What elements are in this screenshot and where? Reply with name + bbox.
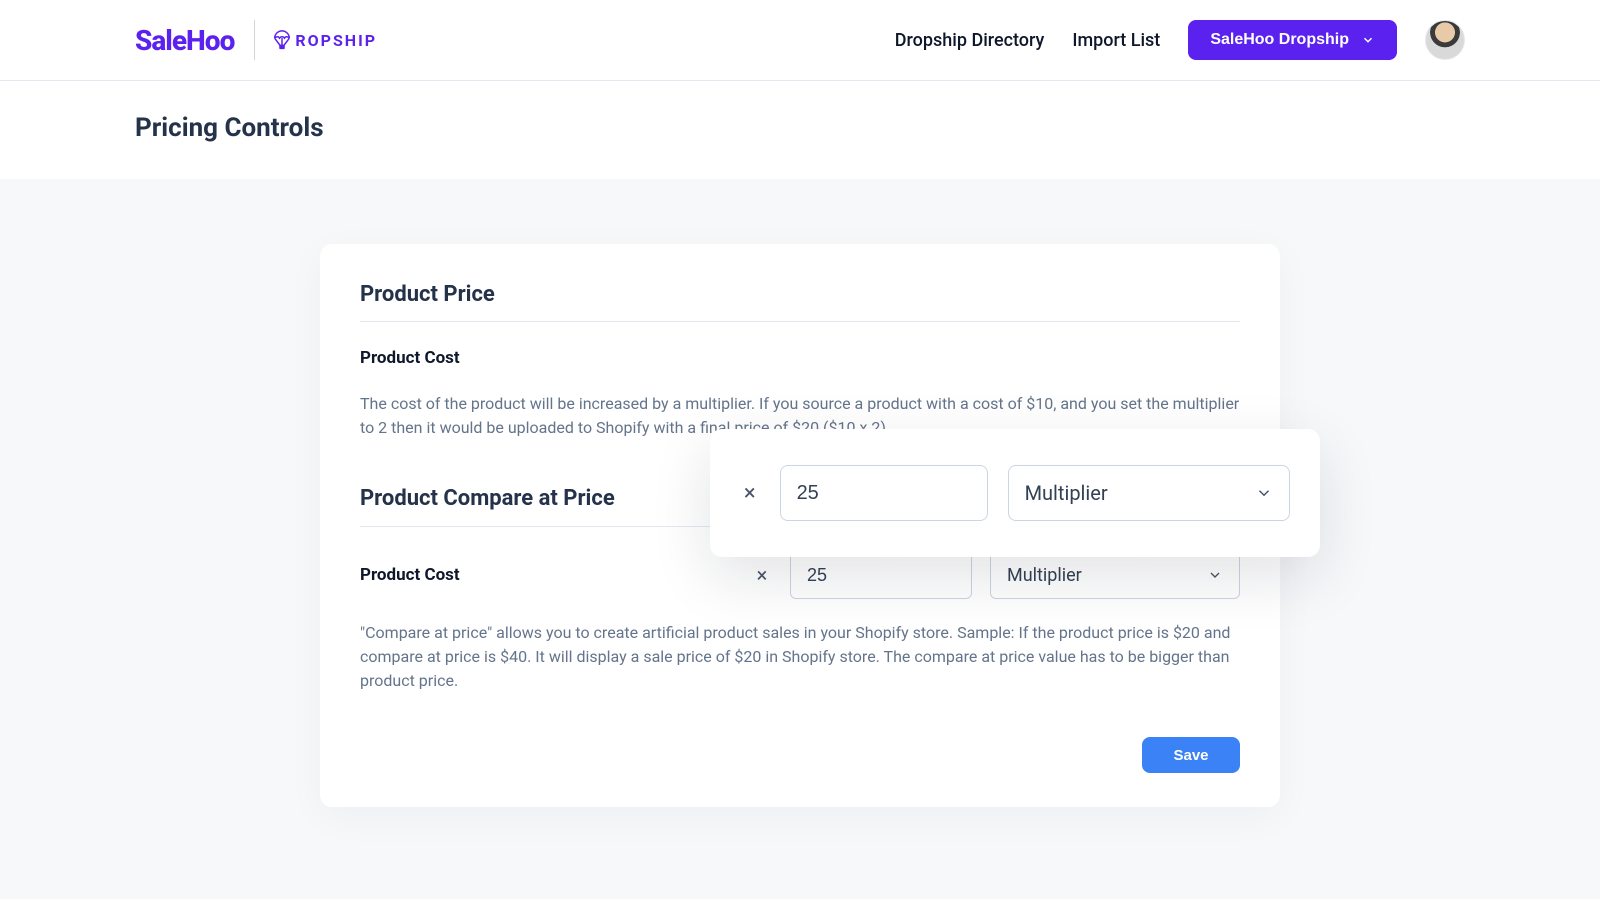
multiply-icon: ×	[740, 481, 760, 506]
chevron-down-icon	[1255, 484, 1273, 502]
chevron-down-icon	[1207, 567, 1223, 583]
app-header: SaleHoo ROPSHIP Dropship Directory Impor…	[0, 0, 1600, 81]
product-price-heading: Product Price	[360, 282, 1240, 322]
logo-dropship[interactable]: ROPSHIP	[255, 29, 377, 51]
content-area: Product Price Product Cost The cost of t…	[0, 179, 1600, 899]
product-cost-label: Product Cost	[360, 348, 1240, 368]
save-button[interactable]: Save	[1142, 737, 1240, 773]
product-price-popover: × Multiplier	[710, 429, 1320, 557]
product-multiplier-input[interactable]	[780, 465, 988, 521]
header-nav: Dropship Directory Import List SaleHoo D…	[895, 20, 1465, 60]
dropship-btn-label: SaleHoo Dropship	[1210, 31, 1349, 49]
multiply-icon: ×	[752, 563, 772, 587]
nav-dropship-directory[interactable]: Dropship Directory	[895, 30, 1045, 51]
compare-mode-select[interactable]: Multiplier	[990, 551, 1240, 599]
compare-multiplier-input[interactable]	[790, 551, 972, 599]
salehoo-dropship-dropdown[interactable]: SaleHoo Dropship	[1188, 20, 1397, 60]
compare-controls: × Multiplier	[752, 551, 1240, 599]
avatar[interactable]	[1425, 20, 1465, 60]
compare-price-heading: Product Compare at Price	[360, 486, 615, 511]
product-mode-select[interactable]: Multiplier	[1008, 465, 1290, 521]
logo-group: SaleHoo ROPSHIP	[135, 20, 377, 60]
nav-import-list[interactable]: Import List	[1072, 30, 1160, 51]
chevron-down-icon	[1361, 33, 1375, 47]
page-title-bar: Pricing Controls	[0, 81, 1600, 179]
compare-cost-row: Product Cost × Multiplier	[360, 551, 1240, 599]
parachute-icon	[271, 29, 293, 51]
logo-dropship-text: ROPSHIP	[295, 31, 377, 50]
logo-salehoo[interactable]: SaleHoo	[135, 20, 255, 60]
compare-cost-label: Product Cost	[360, 565, 460, 585]
product-mode-value: Multiplier	[1025, 481, 1108, 505]
save-row: Save	[360, 737, 1240, 773]
compare-mode-value: Multiplier	[1007, 565, 1082, 586]
page-title: Pricing Controls	[135, 113, 1465, 143]
compare-price-description: "Compare at price" allows you to create …	[360, 621, 1240, 693]
